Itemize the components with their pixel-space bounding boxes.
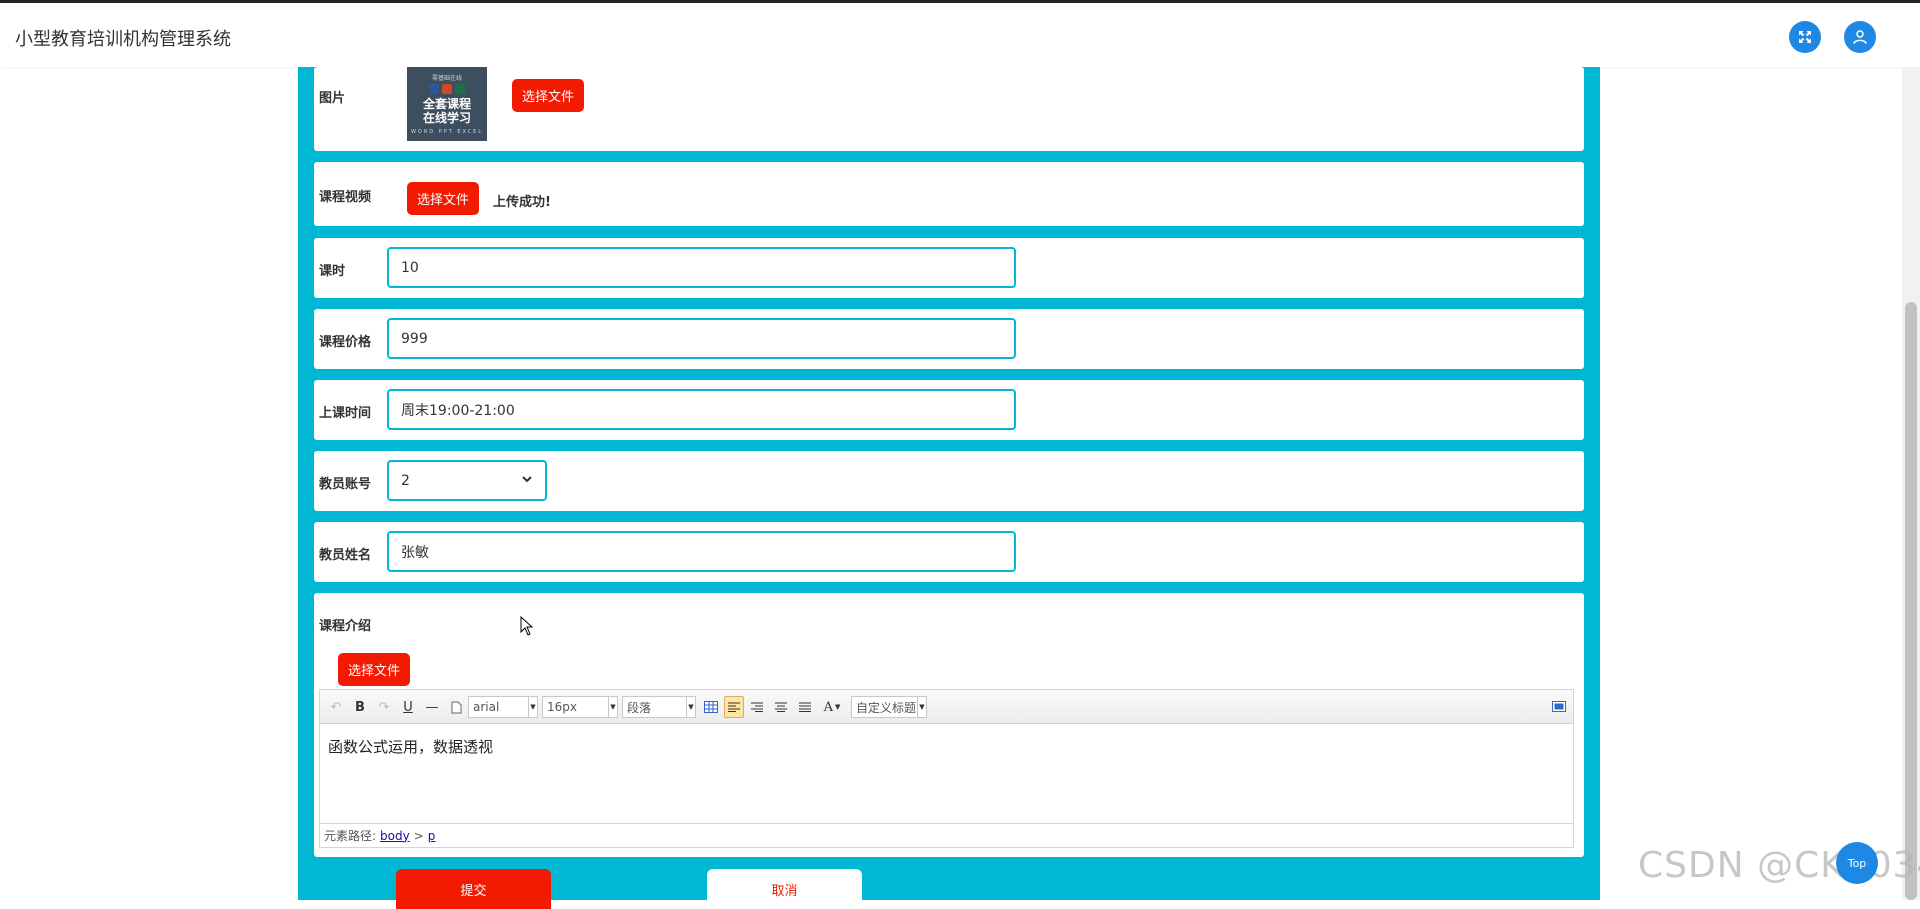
chevron-down-icon: ▼ [528,697,537,717]
back-to-top-button[interactable]: Top [1836,842,1878,884]
upload-status: 上传成功! [493,195,551,210]
app-title: 小型教育培训机构管理系统 [15,29,231,50]
editor-toolbar: ↶ B ↷ U — arial ▼ 16px ▼ 段落 ▼ A ▼ 自定义标题 … [320,690,1573,724]
chevron-down-icon: ▼ [917,697,926,717]
chevron-down-icon [521,473,533,489]
bold-icon[interactable]: B [352,696,368,718]
undo-icon[interactable]: ↶ [328,696,344,718]
element-path: 元素路径: body > p [320,823,1573,847]
custom-title-select[interactable]: 自定义标题 ▼ [851,696,927,718]
user-icon[interactable] [1844,21,1876,53]
teacher-account-value: 2 [401,472,410,489]
form-container: 图片 零基础在线 全套课程 在线学习 WORD PPT EXCEL 选择文件 课… [298,67,1600,909]
align-center-icon[interactable] [772,696,790,718]
teacher-account-field: 教员账号 2 [314,451,1584,511]
align-right-icon[interactable] [748,696,766,718]
element-path-label: 元素路径: [324,829,377,843]
redo-icon[interactable]: ↷ [376,696,392,718]
editor-content[interactable]: 函数公式运用，数据透视 [328,736,493,757]
schedule-label: 上课时间 [319,406,372,421]
schedule-field: 上课时间 [314,380,1584,440]
thumbnail-footer: WORD PPT EXCEL [410,129,484,135]
fullscreen-icon[interactable] [1789,21,1821,53]
scrollbar-thumb[interactable] [1905,302,1917,900]
path-p-link[interactable]: p [428,829,436,843]
mouse-cursor-icon [520,616,534,636]
teacher-account-label: 教员账号 [319,477,372,492]
office-logos [429,84,465,94]
chevron-down-icon: ▼ [686,697,695,717]
thumbnail-title-1: 全套课程 [422,97,471,111]
image-choose-file-button[interactable]: 选择文件 [512,79,585,112]
teacher-name-label: 教员姓名 [319,548,372,563]
image-field: 图片 零基础在线 全套课程 在线学习 WORD PPT EXCEL 选择文件 [314,67,1584,151]
font-color-icon[interactable]: A ▼ [820,696,844,718]
thumbnail-title-2: 在线学习 [422,111,471,125]
hours-field: 课时 [314,238,1584,298]
fullscreen-editor-icon[interactable] [1550,696,1568,718]
video-choose-file-button[interactable]: 选择文件 [407,182,480,215]
top-bar: 小型教育培训机构管理系统 [0,0,1920,67]
thumbnail-subtitle: 零基础在线 [431,75,462,82]
teacher-name-field: 教员姓名 [314,522,1584,582]
video-field: 课程视频 选择文件 上传成功! [314,162,1584,226]
price-input[interactable] [387,318,1016,359]
course-thumbnail: 零基础在线 全套课程 在线学习 WORD PPT EXCEL [407,67,487,141]
intro-choose-file-button[interactable]: 选择文件 [338,653,411,686]
video-label: 课程视频 [319,190,372,205]
font-size-select[interactable]: 16px ▼ [542,696,618,718]
align-left-icon[interactable] [724,696,744,718]
submit-button[interactable]: 提交 [396,869,551,909]
new-page-icon[interactable] [448,696,464,718]
font-family-select[interactable]: arial ▼ [468,696,538,718]
paragraph-value: 段落 [627,700,652,715]
custom-title-value: 自定义标题 [856,700,916,715]
teacher-account-select[interactable]: 2 [387,460,547,501]
underline-icon[interactable]: U [400,696,416,718]
horizontal-rule-icon[interactable]: — [424,696,440,718]
intro-label: 课程介绍 [319,619,372,634]
paragraph-select[interactable]: 段落 ▼ [622,696,696,718]
teacher-name-input[interactable] [387,531,1016,572]
table-icon[interactable] [702,696,720,718]
hours-label: 课时 [319,264,346,279]
schedule-input[interactable] [387,389,1016,430]
chevron-down-icon: ▼ [608,697,617,717]
price-label: 课程价格 [319,335,372,350]
font-family-value: arial [473,700,500,714]
rich-text-editor: ↶ B ↷ U — arial ▼ 16px ▼ 段落 ▼ A ▼ 自定义标题 … [319,689,1574,848]
page-scrollbar[interactable] [1902,67,1920,900]
hours-input[interactable] [387,247,1016,288]
image-label: 图片 [319,91,346,106]
path-body-link[interactable]: body [380,829,410,843]
justify-icon[interactable] [796,696,814,718]
path-separator: > [413,828,424,843]
font-size-value: 16px [547,700,577,714]
price-field: 课程价格 [314,309,1584,369]
cancel-button[interactable]: 取消 [707,869,862,909]
intro-field: 课程介绍 选择文件 ↶ B ↷ U — arial ▼ 16px ▼ 段落 ▼ … [314,593,1584,857]
